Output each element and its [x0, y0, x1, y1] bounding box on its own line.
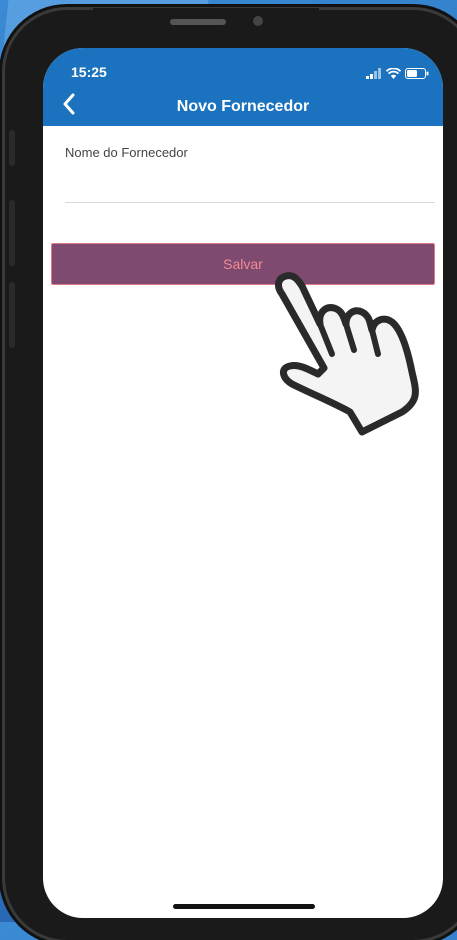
hand-pointer-icon: [262, 272, 427, 447]
status-time: 15:25: [71, 64, 107, 80]
phone-frame: 15:25 Novo Fornecedor Nome do Fornecedor…: [5, 8, 457, 940]
supplier-name-input[interactable]: [65, 166, 435, 203]
speaker-grille: [170, 19, 226, 25]
app-screen: 15:25 Novo Fornecedor Nome do Fornecedor…: [43, 48, 443, 918]
volume-down-button: [9, 282, 15, 348]
supplier-name-label: Nome do Fornecedor: [65, 145, 188, 160]
mute-switch: [9, 130, 15, 166]
nav-bar: Novo Fornecedor: [43, 88, 443, 126]
battery-icon: [405, 66, 429, 84]
wifi-icon: [385, 66, 402, 84]
phone-notch: [93, 8, 319, 42]
status-icons: [366, 66, 429, 84]
signal-icon: [366, 66, 382, 84]
page-title: Novo Fornecedor: [176, 98, 310, 115]
front-camera: [253, 16, 263, 26]
volume-up-button: [9, 200, 15, 266]
home-indicator: [173, 904, 315, 909]
status-bar: 15:25: [43, 48, 443, 88]
